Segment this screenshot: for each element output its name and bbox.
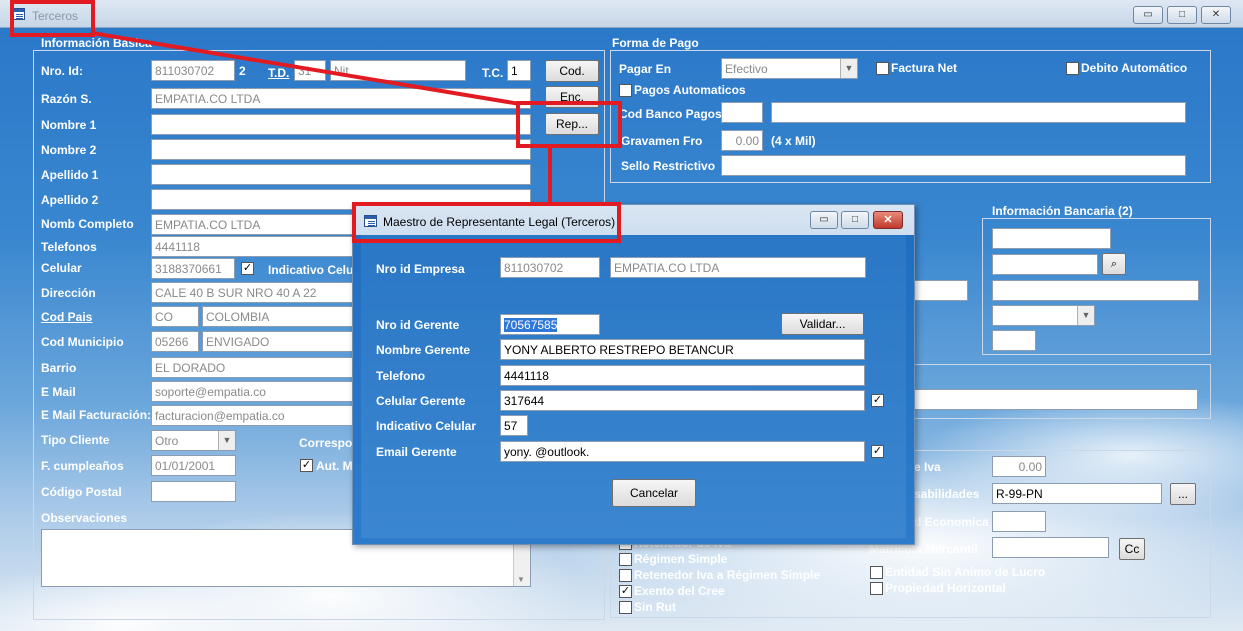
annotation-lines	[91, 31, 552, 204]
annotation-line-1	[91, 31, 521, 106]
